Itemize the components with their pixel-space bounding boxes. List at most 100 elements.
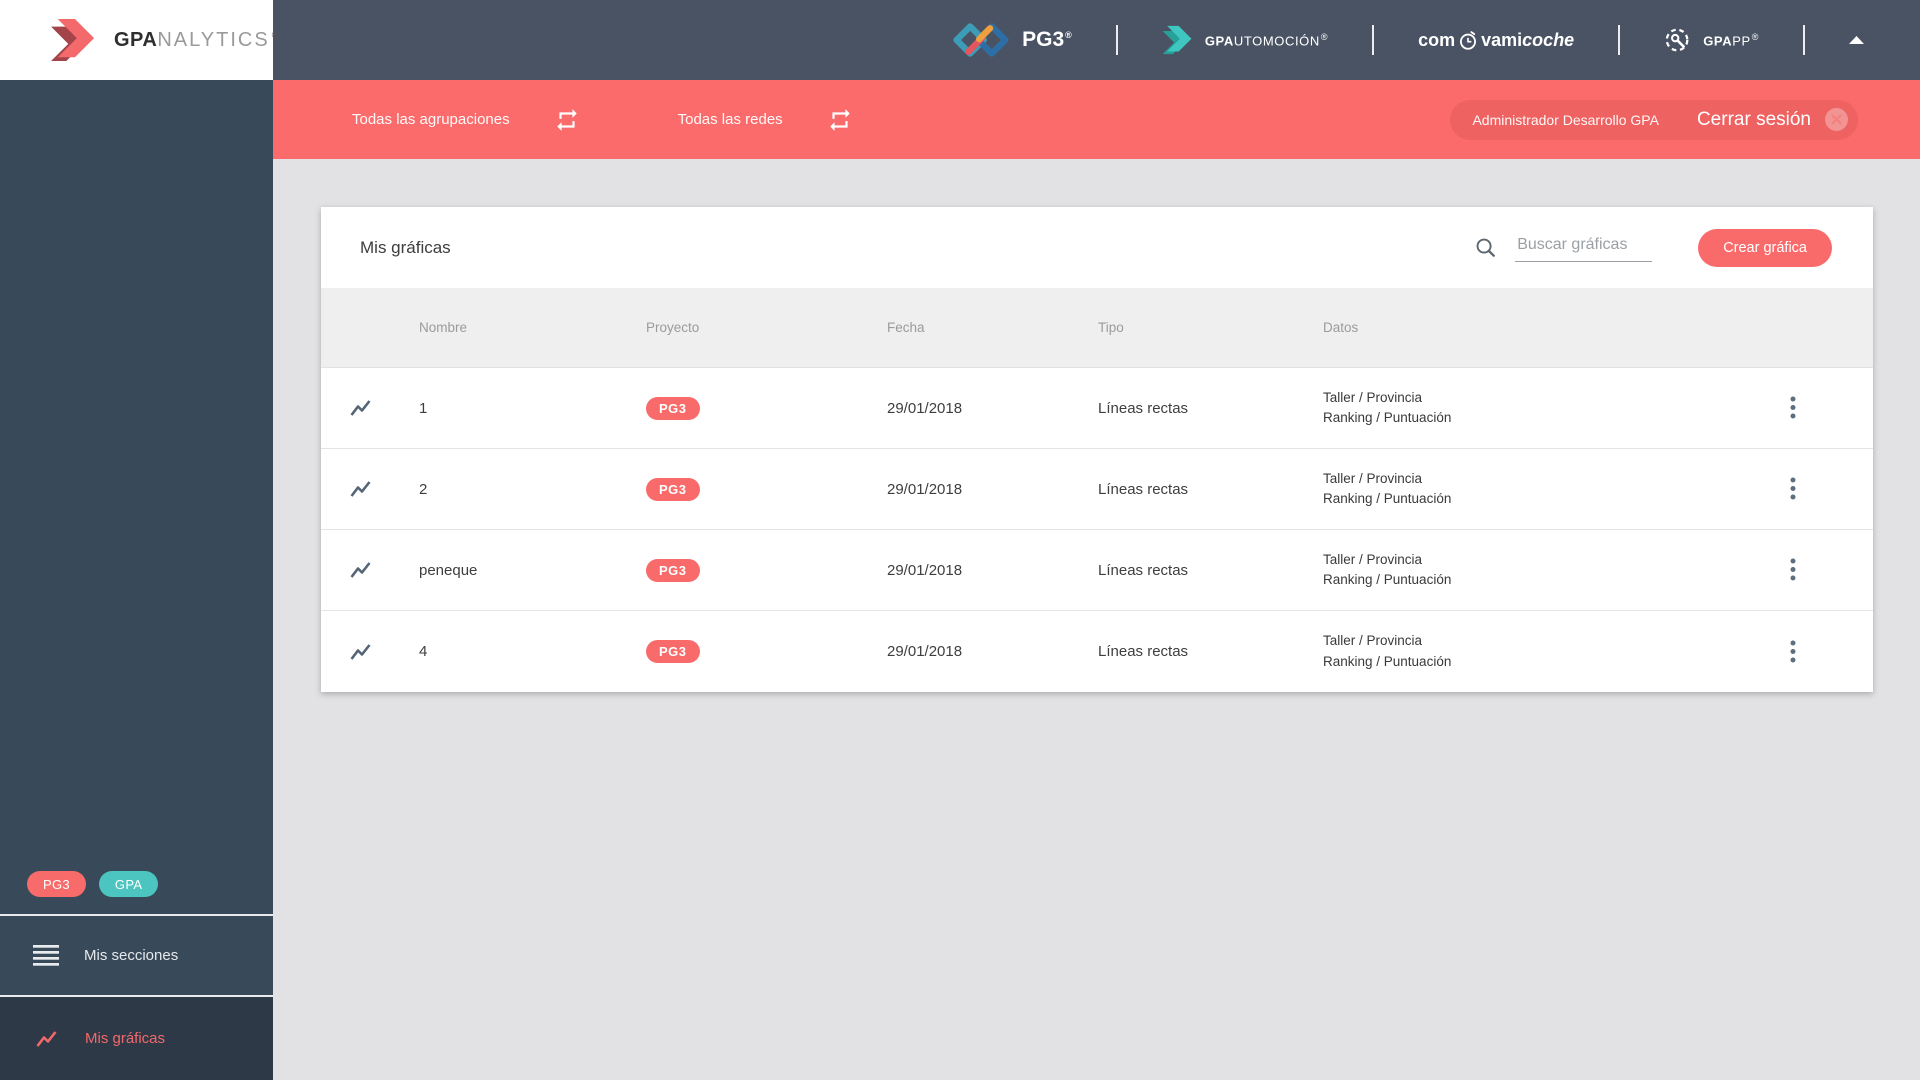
chart-line-icon — [33, 1027, 60, 1051]
charts-card: Mis gráficas Crear gráfica Nombre Proyec… — [321, 207, 1873, 692]
brand-gpapp[interactable]: GPAPP® — [1664, 26, 1759, 54]
filter-bar: Todas las agrupaciones Todas las redes A… — [273, 80, 1920, 159]
gpanalytics-logo-text: GPANALYTICS ® — [114, 28, 279, 51]
row-chart-icon — [321, 640, 399, 664]
page-title: Mis gráficas — [360, 237, 451, 257]
table-row[interactable]: 1 PG3 29/01/2018 Líneas rectas Taller / … — [321, 368, 1873, 449]
cell-tipo: Líneas rectas — [1098, 643, 1189, 660]
cell-proyecto: PG3 — [626, 640, 867, 663]
gpautomocion-label: GPAUTOMOCIÓN® — [1204, 31, 1329, 49]
gpanalytics-logo[interactable]: GPANALYTICS ® — [0, 0, 278, 80]
table-header: Nombre Proyecto Fecha Tipo Datos — [321, 288, 1873, 368]
header-cell-nombre: Nombre — [419, 320, 468, 335]
logout-button[interactable]: Cerrar sesión — [1697, 107, 1849, 132]
cell-actions — [1713, 471, 1873, 507]
datos-line-2: Ranking / Puntuación — [1323, 410, 1452, 425]
sidebar-item-mis-graficas[interactable]: Mis gráficas — [0, 997, 273, 1080]
kebab-menu-icon[interactable] — [1784, 390, 1802, 426]
table-row[interactable]: 4 PG3 29/01/2018 Líneas rectas Taller / … — [321, 611, 1873, 692]
cell-tipo: Líneas rectas — [1098, 561, 1189, 579]
card-header: Mis gráficas Crear gráfica — [321, 207, 1873, 288]
cell-actions — [1713, 634, 1873, 670]
topbar-separator — [1115, 25, 1118, 55]
cell-fecha: 29/01/2018 — [887, 643, 963, 660]
compravamicoche-label: vamicoche — [1481, 29, 1575, 50]
brand-gpautomocion[interactable]: GPAUTOMOCIÓN® — [1162, 24, 1328, 56]
datos-line-2: Ranking / Puntuación — [1323, 653, 1452, 669]
cell-actions — [1713, 390, 1873, 426]
cell-fecha: 29/01/2018 — [887, 480, 963, 498]
create-chart-button[interactable]: Crear gráfica — [1698, 228, 1832, 267]
pg3-infinity-icon — [951, 21, 1011, 59]
clock-icon — [1458, 29, 1478, 51]
groupings-filter[interactable]: Todas las agrupaciones — [352, 107, 580, 133]
kebab-menu-icon[interactable] — [1784, 634, 1802, 670]
cell-nombre: 1 — [419, 399, 428, 417]
sidebar: PG3 GPA Mis secciones Mis gráficas — [0, 80, 273, 1080]
cell-datos: Taller / Provincia Ranking / Puntuación — [1303, 469, 1713, 510]
cell-proyecto: PG3 — [626, 558, 867, 582]
main-content: Mis gráficas Crear gráfica Nombre Proyec… — [273, 159, 1920, 1080]
kebab-menu-icon[interactable] — [1784, 552, 1802, 588]
collapse-arrow-icon[interactable] — [1849, 36, 1864, 44]
topbar-separator — [1803, 25, 1805, 55]
table-row[interactable]: peneque PG3 29/01/2018 Líneas rectas Tal… — [321, 530, 1873, 611]
repeat-icon[interactable] — [827, 107, 853, 133]
sidebar-badges: PG3 GPA — [0, 871, 273, 914]
sidebar-item-mis-secciones[interactable]: Mis secciones — [0, 916, 273, 995]
brand-compravamicoche[interactable]: com vamicoche — [1418, 29, 1574, 51]
project-badge: PG3 — [646, 640, 700, 663]
datos-line-1: Taller / Provincia — [1323, 470, 1423, 486]
row-chart-icon — [321, 558, 399, 582]
cell-actions — [1713, 552, 1873, 588]
networks-filter[interactable]: Todas las redes — [678, 107, 853, 133]
search-input[interactable] — [1515, 233, 1653, 262]
cell-fecha: 29/01/2018 — [887, 399, 963, 417]
pg3-badge[interactable]: PG3 — [27, 871, 86, 897]
topbar-separator — [1372, 25, 1375, 55]
list-icon — [33, 945, 59, 966]
cell-tipo: Líneas rectas — [1098, 399, 1189, 417]
cell-datos: Taller / Provincia Ranking / Puntuación — [1303, 388, 1713, 429]
cell-nombre: 2 — [419, 480, 428, 498]
brand-pg3[interactable]: PG3® — [951, 21, 1072, 59]
sidebar-item-label: Mis gráficas — [85, 1030, 166, 1047]
cell-nombre: 4 — [419, 643, 428, 660]
datos-line-1: Taller / Provincia — [1323, 389, 1423, 405]
card-header-actions: Crear gráfica — [1474, 228, 1832, 267]
datos-line-1: Taller / Provincia — [1323, 633, 1423, 649]
logout-label: Cerrar sesión — [1696, 108, 1811, 130]
gpa-badge[interactable]: GPA — [98, 871, 159, 897]
cell-tipo: Líneas rectas — [1098, 480, 1189, 498]
networks-label: Todas las redes — [677, 111, 783, 128]
gpautomocion-arrow-icon — [1162, 24, 1194, 56]
sidebar-bottom: PG3 GPA Mis secciones Mis gráficas — [0, 871, 273, 1080]
table-body: 1 PG3 29/01/2018 Líneas rectas Taller / … — [321, 368, 1873, 692]
project-badge: PG3 — [646, 396, 700, 420]
repeat-icon[interactable] — [554, 107, 580, 133]
groupings-label: Todas las agrupaciones — [352, 111, 510, 128]
row-chart-icon — [321, 477, 399, 501]
cell-fecha: 29/01/2018 — [887, 561, 963, 579]
row-chart-icon — [321, 396, 399, 420]
search-icon[interactable] — [1474, 236, 1497, 259]
header-cell-datos: Datos — [1323, 320, 1359, 335]
cell-datos: Taller / Provincia Ranking / Puntuación — [1303, 631, 1713, 672]
top-app-bar: PG3® GPAUTOMOCIÓN® com vamicoche GPAPP® — [273, 0, 1920, 80]
gpapp-tool-icon — [1664, 26, 1692, 54]
close-icon[interactable] — [1824, 107, 1849, 132]
cell-proyecto: PG3 — [626, 477, 867, 501]
compravamicoche-prefix: com — [1418, 29, 1456, 50]
project-badge: PG3 — [646, 558, 700, 582]
datos-line-2: Ranking / Puntuación — [1323, 572, 1452, 587]
gpanalytics-logo-icon — [50, 18, 98, 62]
topbar-separator — [1618, 25, 1621, 55]
table-row[interactable]: 2 PG3 29/01/2018 Líneas rectas Taller / … — [321, 449, 1873, 530]
gpapp-label: GPAPP® — [1703, 31, 1759, 49]
header-cell-fecha: Fecha — [887, 320, 925, 335]
header-cell-tipo: Tipo — [1098, 320, 1124, 335]
kebab-menu-icon[interactable] — [1784, 471, 1802, 507]
cell-nombre: peneque — [419, 561, 478, 579]
session-pill: Administrador Desarrollo GPA Cerrar sesi… — [1450, 99, 1858, 140]
pg3-label: PG3® — [1022, 28, 1072, 51]
